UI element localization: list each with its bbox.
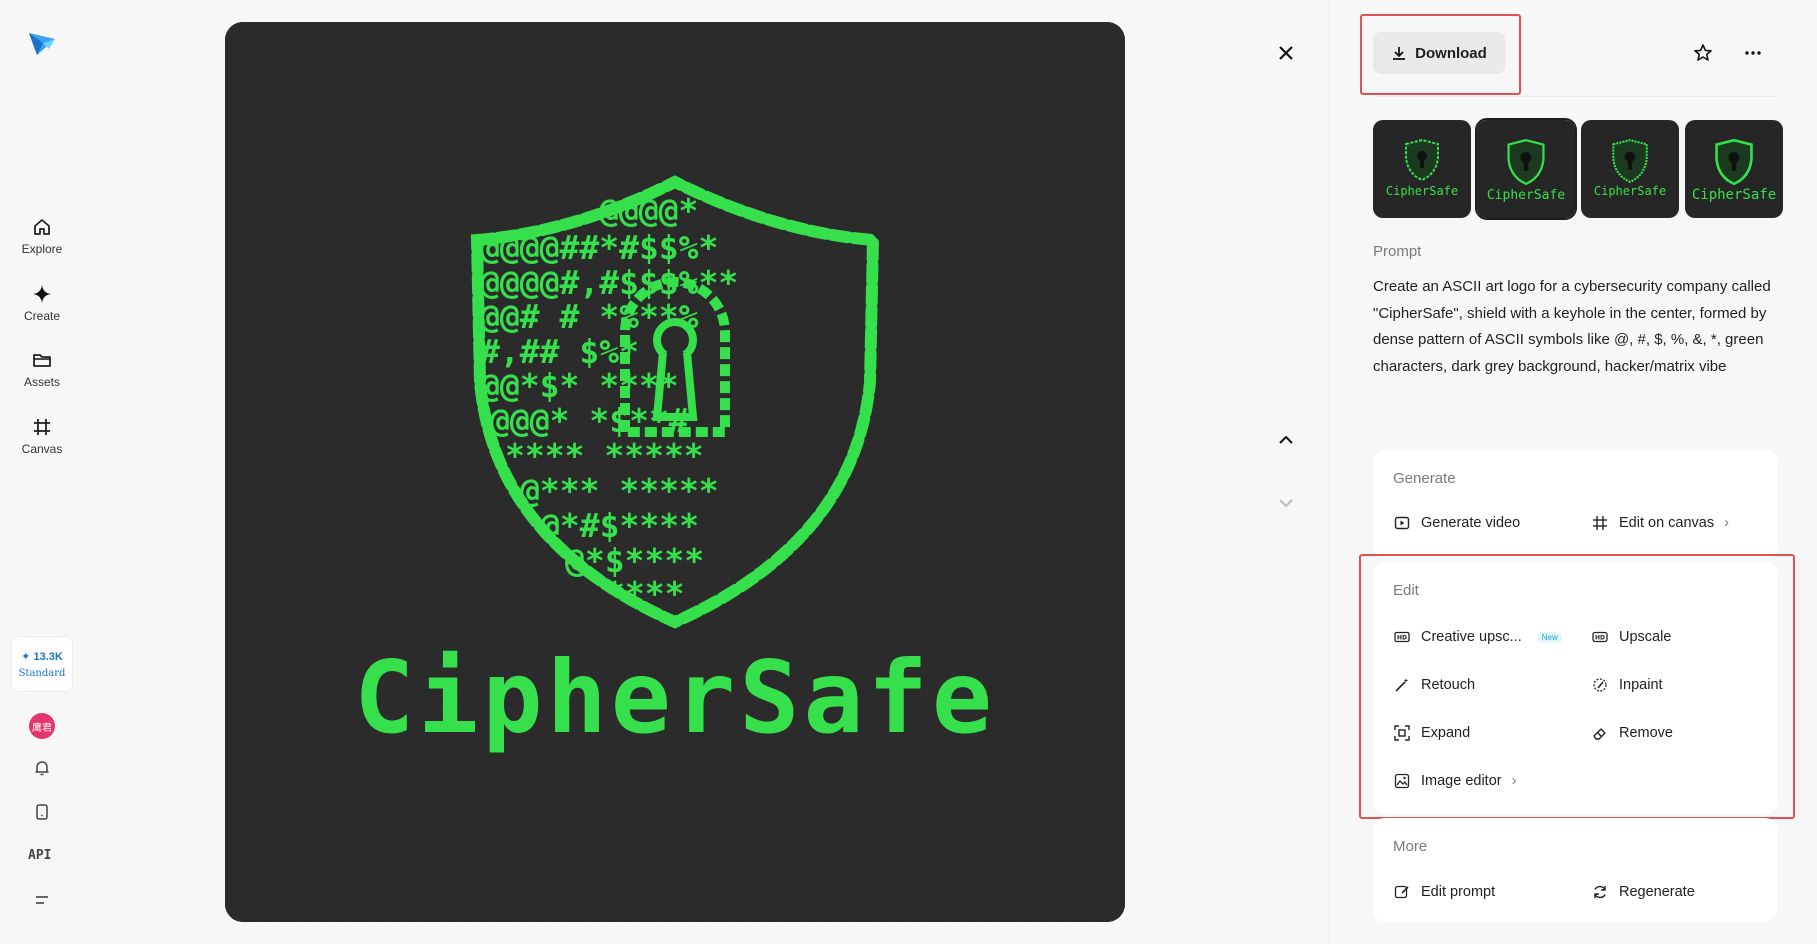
- generate-title: Generate: [1393, 470, 1456, 487]
- star-icon: [1694, 44, 1712, 61]
- svg-text:@@@* *$**#: @@@* *$**#: [490, 401, 689, 440]
- more-title: More: [1393, 838, 1428, 855]
- thumbnail-label: CipherSafe: [1385, 184, 1459, 198]
- action-label: Edit on canvas: [1619, 515, 1715, 531]
- refresh-icon: [1591, 883, 1609, 901]
- more-options-button[interactable]: [1738, 38, 1768, 68]
- mobile-icon[interactable]: [30, 800, 54, 824]
- previous-image-button[interactable]: [1271, 425, 1301, 455]
- chevron-up-icon: [1279, 435, 1293, 444]
- ciphersafe-logo-art: @@@@* @@@@##*#$$%* @@@@#,#$$$%** @@# # *…: [225, 22, 1125, 922]
- svg-text:@@@@##*#$$%*: @@@@##*#$$%*: [480, 228, 718, 267]
- variant-thumbnails: CipherSafe CipherSafe CipherSafe CipherS…: [1373, 118, 1783, 220]
- thumbnail-3[interactable]: CipherSafe: [1581, 120, 1679, 218]
- nav-label: Explore: [21, 242, 63, 256]
- nav-explore[interactable]: Explore: [0, 216, 84, 256]
- credits-badge[interactable]: ✦ 13.3K Standard: [11, 636, 73, 692]
- shield-icon: [1507, 139, 1545, 186]
- canvas-icon: [1591, 514, 1609, 532]
- menu-icon[interactable]: [30, 888, 54, 912]
- logo-icon: [29, 33, 55, 55]
- more-card: More Edit prompt Regenerate: [1373, 818, 1777, 922]
- thumbnail-label: CipherSafe: [1486, 188, 1566, 203]
- folder-icon: [31, 349, 53, 371]
- edit-icon: [1393, 883, 1411, 901]
- svg-text:@@# # *%**%: @@# # *%**%: [480, 297, 699, 336]
- svg-text:@@*$* ****: @@*$* ****: [480, 366, 679, 405]
- api-link[interactable]: API: [28, 848, 51, 863]
- highlight-edit: [1359, 554, 1795, 819]
- edit-on-canvas-button[interactable]: Edit on canvas ›: [1591, 514, 1729, 532]
- app-logo[interactable]: [27, 29, 57, 59]
- left-nav: Explore Create Assets Canvas ✦ 13.3K Sta…: [0, 0, 84, 944]
- more-horizontal-icon: [1745, 51, 1761, 55]
- sparkle-icon: [31, 283, 53, 305]
- credits-amount: ✦ 13.3K: [21, 650, 63, 663]
- chevron-right-icon: ›: [1724, 515, 1729, 531]
- generate-card: Generate Generate video Edit on canvas ›: [1373, 450, 1777, 560]
- play-icon: [1393, 514, 1411, 532]
- nav-label: Create: [23, 309, 61, 323]
- nav-canvas[interactable]: Canvas: [0, 416, 84, 456]
- svg-text:@*** *****: @*** *****: [520, 471, 719, 510]
- home-icon: [31, 216, 53, 238]
- thumbnail-4[interactable]: CipherSafe: [1685, 120, 1783, 218]
- chevron-down-icon: [1279, 499, 1293, 508]
- divider: [1373, 96, 1777, 97]
- thumbnail-2[interactable]: CipherSafe: [1475, 118, 1577, 220]
- brand-text: CipherSafe: [354, 639, 996, 756]
- highlight-download: [1360, 14, 1521, 95]
- prompt-text: Create an ASCII art logo for a cybersecu…: [1373, 278, 1771, 375]
- action-label: Edit prompt: [1421, 884, 1496, 900]
- nav-assets[interactable]: Assets: [0, 349, 84, 389]
- nav-create[interactable]: Create: [0, 283, 84, 323]
- prompt-fade: [1373, 412, 1753, 428]
- close-icon: [1279, 46, 1293, 60]
- nav-label: Assets: [23, 375, 60, 389]
- regenerate-button[interactable]: Regenerate: [1591, 883, 1695, 901]
- next-image-button[interactable]: [1271, 488, 1301, 518]
- bell-icon[interactable]: [30, 756, 54, 780]
- shield-icon: [1612, 139, 1648, 184]
- favorite-button[interactable]: [1688, 38, 1718, 68]
- prompt-title: Prompt: [1373, 243, 1422, 260]
- thumbnail-label: CipherSafe: [1593, 184, 1667, 198]
- svg-text:@@@@*: @@@@*: [599, 191, 698, 230]
- svg-text:****: ****: [605, 574, 684, 613]
- generate-video-button[interactable]: Generate video: [1393, 514, 1520, 532]
- shield-icon: [1715, 138, 1753, 186]
- thumbnail-label: CipherSafe: [1691, 187, 1777, 203]
- plan-tier: Standard: [18, 667, 66, 679]
- close-button[interactable]: [1271, 38, 1301, 68]
- action-label: Regenerate: [1619, 884, 1695, 900]
- generated-image[interactable]: @@@@* @@@@##*#$$%* @@@@#,#$$$%** @@# # *…: [225, 22, 1125, 922]
- nav-label: Canvas: [21, 442, 63, 456]
- svg-text:@*#$****: @*#$****: [540, 506, 699, 545]
- edit-prompt-button[interactable]: Edit prompt: [1393, 883, 1495, 901]
- action-label: Generate video: [1421, 515, 1521, 531]
- thumbnail-1[interactable]: CipherSafe: [1373, 120, 1471, 218]
- shield-icon: [1405, 138, 1439, 182]
- canvas-icon: [31, 416, 53, 438]
- divider: [1329, 0, 1330, 944]
- svg-text:**** *****: **** *****: [505, 436, 704, 475]
- avatar[interactable]: 鹰君: [29, 713, 55, 739]
